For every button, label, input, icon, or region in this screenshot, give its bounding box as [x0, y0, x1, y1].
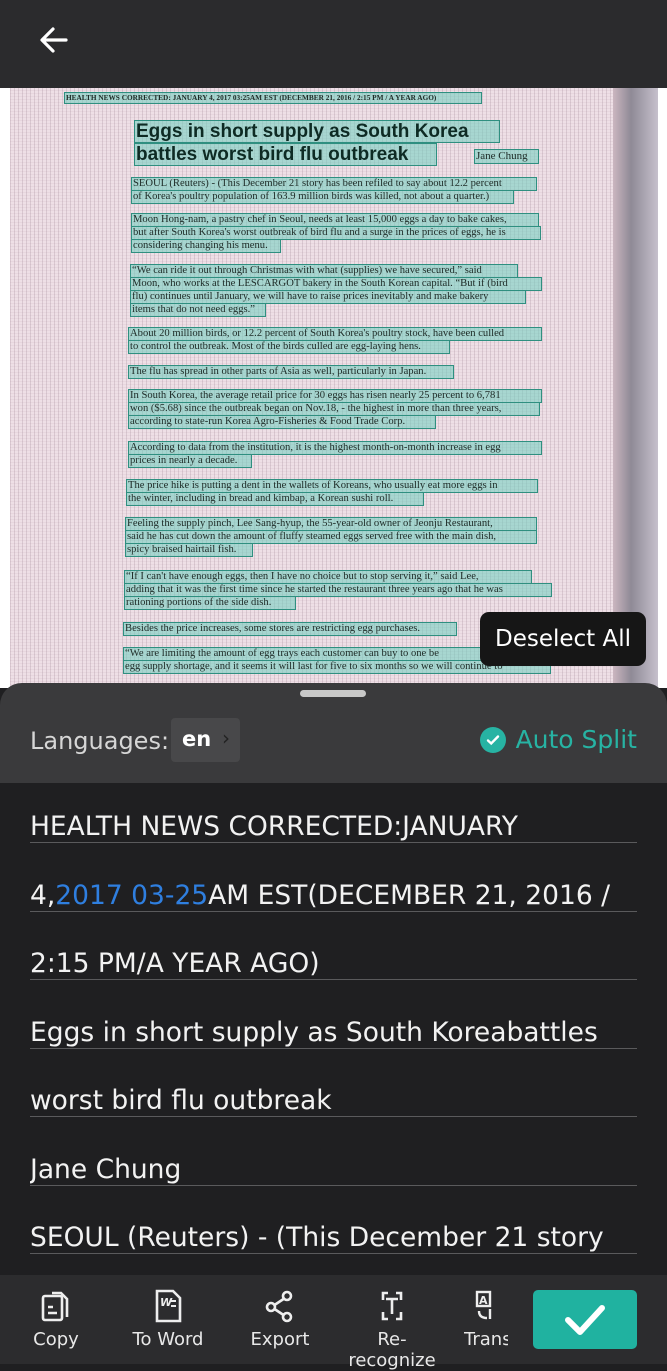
svg-text:A: A — [479, 1294, 488, 1307]
document-text-line[interactable]: “We are limiting the amount of egg trays… — [123, 647, 523, 661]
row-text: Jane Chung — [30, 1153, 182, 1185]
languages-label: Languages: — [30, 727, 170, 755]
document-text-line[interactable]: the winter, including in bread and kimba… — [126, 492, 424, 506]
document-text-line[interactable]: Moon Hong-nam, a pastry chef in Seoul, n… — [131, 213, 539, 227]
svg-text:W: W — [160, 1296, 173, 1309]
row-text: worst bird flu outbreak — [30, 1085, 332, 1116]
highlighted-text: 2017 03-25 — [55, 879, 209, 911]
confirm-button[interactable] — [533, 1290, 637, 1349]
re-recognize-button[interactable]: Re-recognize — [334, 1289, 450, 1371]
row-text: Eggs in short supply as South Koreabattl… — [30, 1016, 598, 1048]
to-word-button[interactable]: W To Word — [128, 1289, 208, 1350]
text-row[interactable]: worst bird flu outbreak — [30, 1057, 637, 1117]
copy-label: Copy — [33, 1329, 79, 1350]
document-text-line[interactable]: “We can ride it out through Christmas wi… — [130, 264, 518, 278]
document-text-line[interactable]: According to data from the institution, … — [128, 441, 542, 455]
row-text: AM EST(DECEMBER 21, 2016 / — [208, 879, 611, 911]
top-bar — [0, 0, 667, 88]
translate-icon: A — [475, 1290, 492, 1320]
document-text-line[interactable]: About 20 million birds, or 12.2 percent … — [128, 327, 542, 341]
auto-split-toggle[interactable]: Auto Split — [479, 725, 637, 754]
drag-handle[interactable] — [300, 690, 366, 697]
text-row[interactable]: 2:15 PM/A YEAR AGO) — [30, 920, 637, 980]
document-text-line[interactable]: Jane Chung — [474, 149, 539, 164]
checkmark-icon — [565, 1304, 605, 1335]
copy-icon — [41, 1291, 69, 1322]
share-icon — [265, 1290, 293, 1323]
auto-split-label: Auto Split — [515, 725, 637, 754]
export-button[interactable]: Export — [248, 1289, 312, 1350]
arrow-left-icon[interactable] — [36, 22, 72, 58]
document-text-line[interactable]: SEOUL (Reuters) - (This December 21 stor… — [131, 177, 537, 191]
document-text-line[interactable]: The price hike is putting a dent in the … — [126, 479, 538, 493]
language-selector[interactable]: en › — [171, 718, 240, 762]
text-scan-icon — [381, 1291, 403, 1321]
document-text-line[interactable]: rationing portions of the side dish. — [124, 596, 296, 610]
document-text-line[interactable]: “If I can't have enough eggs, then I hav… — [124, 570, 532, 584]
document-text-line[interactable]: Besides the price increases, some stores… — [123, 622, 457, 636]
document-text-line[interactable]: adding that it was the first time since … — [124, 583, 552, 597]
document-text-line[interactable]: flu) continues until January, we will ha… — [130, 290, 526, 304]
page-edge — [613, 88, 658, 688]
document-text-line[interactable]: HEALTH NEWS CORRECTED: JANUARY 4, 2017 0… — [64, 92, 482, 104]
re-recognize-label: Re-recognize — [348, 1329, 436, 1371]
deselect-all-button[interactable]: Deselect All — [480, 612, 646, 666]
translate-button[interactable]: A Trans — [464, 1289, 508, 1350]
row-text: HEALTH NEWS CORRECTED:JANUARY — [30, 811, 518, 842]
document-text-line[interactable]: Eggs in short supply as South Korea — [134, 120, 500, 143]
document-text-line[interactable]: but after South Korea's worst outbreak o… — [131, 226, 541, 240]
word-document-icon: W — [155, 1289, 182, 1323]
scanned-document-preview[interactable]: HEALTH NEWS CORRECTED: JANUARY 4, 2017 0… — [0, 88, 667, 688]
bottom-sheet: Languages: en › Auto Split — [0, 683, 667, 783]
document-text-line[interactable]: considering changing his menu. — [131, 239, 281, 253]
text-row[interactable]: Eggs in short supply as South Koreabattl… — [30, 989, 637, 1049]
text-row[interactable]: HEALTH NEWS CORRECTED:JANUARY — [30, 783, 637, 843]
translate-label: Trans — [464, 1329, 508, 1350]
document-text-line[interactable]: In South Korea, the average retail price… — [128, 389, 542, 403]
export-label: Export — [250, 1329, 310, 1350]
document-text-line[interactable]: to control the outbreak. Most of the bir… — [128, 340, 450, 354]
document-text-line[interactable]: said he has cut down the amount of fluff… — [125, 530, 537, 544]
document-text-line[interactable]: Moon, who works at the LESCARGOT bakery … — [130, 277, 542, 291]
bottom-toolbar: Copy W To Word Export Re-recognize A Tra… — [0, 1275, 667, 1371]
document-text-line[interactable]: according to state-run Korea Agro-Fisher… — [128, 415, 436, 429]
text-row[interactable]: Jane Chung — [30, 1126, 637, 1186]
chevron-right-icon: › — [222, 726, 230, 750]
document-text-line[interactable]: items that do not need eggs.” — [130, 303, 266, 317]
document-text-line[interactable]: The flu has spread in other parts of Asi… — [128, 365, 454, 379]
copy-button[interactable]: Copy — [30, 1289, 82, 1350]
row-text: SEOUL (Reuters) - (This December 21 stor… — [30, 1222, 604, 1253]
to-word-label: To Word — [132, 1329, 204, 1350]
language-value: en — [182, 727, 212, 751]
row-text: 2:15 PM/A YEAR AGO) — [30, 948, 320, 979]
document-text-line[interactable]: Feeling the supply pinch, Lee Sang-hyup,… — [125, 517, 537, 531]
document-text-line[interactable]: of Korea's poultry population of 163.9 m… — [131, 190, 514, 204]
document-text-line[interactable]: prices in nearly a decade. — [128, 454, 252, 468]
document-text-line[interactable]: won ($5.68) since the outbreak began on … — [128, 402, 540, 416]
row-text: 4, — [30, 879, 56, 911]
text-row[interactable]: 4,2017 03-25AM EST(DECEMBER 21, 2016 / — [30, 852, 637, 912]
document-text-line[interactable]: spicy braised hairtail fish. — [125, 543, 253, 557]
text-row[interactable]: SEOUL (Reuters) - (This December 21 stor… — [30, 1194, 637, 1254]
document-text-line[interactable]: battles worst bird flu outbreak — [134, 143, 437, 166]
check-circle-icon — [479, 726, 506, 753]
recognized-text-editor[interactable]: HEALTH NEWS CORRECTED:JANUARY 4,2017 03-… — [0, 783, 667, 1275]
